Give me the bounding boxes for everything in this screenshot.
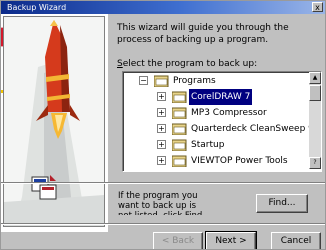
expand-icon[interactable]: + bbox=[157, 124, 166, 133]
next-button[interactable]: Next > bbox=[205, 231, 257, 249]
close-button[interactable]: x bbox=[312, 2, 323, 12]
cancel-button[interactable]: Cancel bbox=[271, 232, 321, 249]
rocket-illustration-icon bbox=[4, 17, 104, 226]
close-icon: x bbox=[315, 3, 320, 12]
scroll-down-arrow-icon: ? bbox=[313, 159, 317, 166]
program-folder-icon bbox=[172, 107, 187, 119]
scroll-thumb[interactable] bbox=[309, 85, 321, 101]
program-folder-icon bbox=[172, 155, 187, 167]
rocket-launch-illustration bbox=[3, 16, 105, 227]
back-button[interactable]: < Back bbox=[153, 232, 203, 249]
select-label-text: elect the program to back up: bbox=[122, 59, 258, 69]
content-divider bbox=[1, 182, 325, 184]
scroll-down-button[interactable]: ? bbox=[309, 157, 321, 169]
window-title: Backup Wizard bbox=[7, 3, 67, 12]
program-tree-view[interactable]: − Programs + CorelDRAW 7 + MP3 Compresso… bbox=[122, 71, 322, 172]
select-program-label: Select the program to back up: bbox=[117, 58, 257, 70]
wizard-intro-text: This wizard will guide you through the p… bbox=[117, 23, 289, 45]
wizard-illustration-panel bbox=[1, 14, 108, 232]
scroll-up-arrow-icon: ▲ bbox=[312, 74, 318, 81]
expand-icon[interactable]: + bbox=[157, 140, 166, 149]
title-bar[interactable]: Backup Wizard x bbox=[1, 1, 325, 14]
tree-vertical-scrollbar[interactable]: ▲ ? bbox=[309, 72, 321, 169]
tree-label-mp3-compressor: MP3 Compressor bbox=[191, 108, 267, 118]
expand-icon[interactable]: + bbox=[157, 156, 166, 165]
scroll-up-button[interactable]: ▲ bbox=[309, 72, 321, 84]
collapse-icon[interactable]: − bbox=[139, 76, 148, 85]
program-folder-icon bbox=[172, 123, 187, 135]
backup-wizard-dialog: Backup Wizard x This wizard will guide y… bbox=[0, 0, 326, 250]
program-folder-icon bbox=[172, 91, 187, 103]
tree-label-viewtop: VIEWTOP Power Tools bbox=[191, 156, 288, 166]
tree-label-cleansweep: Quarterdeck CleanSweep 95 bbox=[191, 124, 320, 134]
program-folder-icon bbox=[172, 139, 187, 151]
expand-icon[interactable]: + bbox=[157, 92, 166, 101]
tree-label-coreldraw: CorelDRAW 7 bbox=[189, 89, 253, 105]
tree-label-startup: Startup bbox=[191, 140, 225, 150]
button-divider bbox=[1, 223, 325, 225]
tree-label-programs: Programs bbox=[173, 76, 216, 86]
find-hint-text: If the program you want to back up is no… bbox=[118, 191, 205, 215]
folder-icon bbox=[154, 75, 169, 87]
find-button[interactable]: Find... bbox=[256, 194, 308, 213]
expand-icon[interactable]: + bbox=[157, 108, 166, 117]
